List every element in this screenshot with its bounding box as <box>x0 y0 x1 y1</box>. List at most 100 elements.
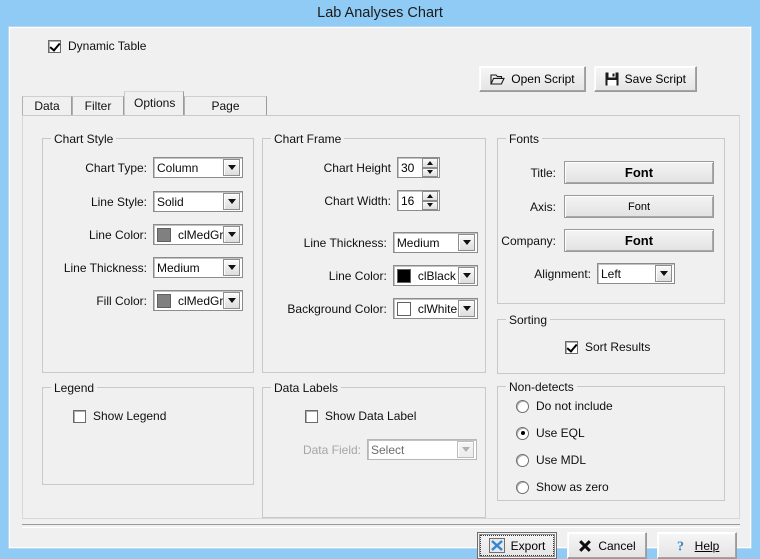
bottom-button-bar: Export Cancel ? Help <box>477 532 737 559</box>
checkbox-box-icon <box>48 39 61 53</box>
fill-color-value: clMedGra <box>178 293 223 308</box>
save-script-label: Save Script <box>624 72 686 86</box>
chevron-down-icon[interactable] <box>223 159 240 176</box>
show-data-label-checkbox[interactable]: Show Data Label <box>305 409 416 423</box>
background-color-combo[interactable]: clWhite <box>392 298 478 319</box>
options-tab-panel: Chart Style Chart Type: Column Line Styl… <box>22 115 740 519</box>
line-color-row: Line Color: clMedGra <box>43 224 243 245</box>
color-swatch-icon <box>396 268 411 283</box>
dynamic-table-label: Dynamic Table <box>68 39 147 53</box>
radio-circle-icon <box>516 399 529 413</box>
non-detects-group: Non-detects Do not include Use EQL Use M… <box>497 380 725 501</box>
axis-font-button[interactable]: Font <box>564 195 714 218</box>
script-buttons-group: Open Script Save Script <box>479 66 697 92</box>
axis-font-button-label: Font <box>627 200 650 213</box>
bottom-separator <box>22 524 740 528</box>
checkbox-box-icon <box>305 409 318 423</box>
frame-line-color-row: Line Color: clBlack <box>263 265 478 286</box>
chart-height-row: Chart Height 30 <box>263 157 478 178</box>
show-legend-checkbox[interactable]: Show Legend <box>73 409 166 423</box>
chart-height-stepper[interactable]: 30 <box>397 157 440 178</box>
chart-type-row: Chart Type: Column <box>43 157 243 178</box>
background-color-label: Background Color: <box>287 301 387 316</box>
cancel-button[interactable]: Cancel <box>567 532 647 559</box>
radio-use-mdl-label: Use MDL <box>536 453 587 467</box>
chart-width-stepper[interactable]: 16 <box>397 190 440 211</box>
alignment-value: Left <box>601 266 622 281</box>
tab-options[interactable]: Options <box>124 91 184 115</box>
title-font-button[interactable]: Font <box>564 161 714 184</box>
chevron-down-icon[interactable] <box>223 193 240 210</box>
tab-options-label: Options <box>134 96 176 110</box>
line-style-row: Line Style: Solid <box>43 191 243 212</box>
tab-filter-label: Filter <box>84 99 112 113</box>
open-script-button[interactable]: Open Script <box>479 66 586 92</box>
title-bar: Lab Analyses Chart <box>0 0 760 27</box>
chevron-down-icon[interactable] <box>458 234 475 251</box>
save-script-button[interactable]: Save Script <box>593 66 697 92</box>
data-labels-group: Data Labels Show Data Label Data Field: … <box>262 381 486 518</box>
sorting-group: Sorting Sort Results <box>497 313 725 374</box>
radio-use-eql[interactable]: Use EQL <box>516 426 585 440</box>
stepper-up-icon[interactable] <box>422 158 438 168</box>
dialog-client-area: Dynamic Table Open Script Save Script Da… <box>9 27 751 559</box>
line-color-combo[interactable]: clMedGra <box>153 224 243 245</box>
frame-line-thickness-combo[interactable]: Medium <box>392 232 478 253</box>
company-font-row: Company: Font <box>498 229 718 252</box>
dynamic-table-checkbox[interactable]: Dynamic Table <box>48 39 146 53</box>
radio-show-as-zero[interactable]: Show as zero <box>516 480 609 494</box>
line-style-value: Solid <box>157 194 184 209</box>
floppy-disk-icon <box>605 72 619 86</box>
line-style-combo[interactable]: Solid <box>153 191 243 212</box>
chevron-down-icon[interactable] <box>223 259 240 276</box>
legend-group: Legend Show Legend <box>42 381 254 485</box>
alignment-row: Alignment: Left <box>498 263 718 284</box>
fill-color-combo[interactable]: clMedGra <box>153 290 243 311</box>
show-legend-label: Show Legend <box>93 409 167 423</box>
chevron-down-icon[interactable] <box>223 292 240 309</box>
background-color-row: Background Color: clWhite <box>263 298 478 319</box>
stepper-buttons[interactable] <box>422 158 438 177</box>
company-font-button[interactable]: Font <box>564 229 714 252</box>
chevron-down-icon[interactable] <box>457 441 474 458</box>
tab-page-layout[interactable]: Page Layout <box>184 96 267 132</box>
alignment-combo[interactable]: Left <box>597 263 675 284</box>
help-button[interactable]: ? Help <box>657 532 737 559</box>
tab-data[interactable]: Data <box>22 96 72 115</box>
excel-x-icon <box>488 538 505 553</box>
chevron-down-icon[interactable] <box>458 300 475 317</box>
frame-line-thickness-value: Medium <box>396 235 440 250</box>
fonts-legend: Fonts <box>506 132 543 146</box>
stepper-down-icon[interactable] <box>422 200 438 210</box>
open-script-label: Open Script <box>511 72 575 86</box>
radio-show-as-zero-label: Show as zero <box>536 480 609 494</box>
radio-do-not-include[interactable]: Do not include <box>516 399 613 413</box>
chart-type-combo[interactable]: Column <box>153 157 243 178</box>
chevron-down-icon[interactable] <box>655 265 672 282</box>
export-button-label: Export <box>510 538 546 553</box>
chevron-down-icon[interactable] <box>223 226 240 243</box>
line-thickness-combo[interactable]: Medium <box>153 257 243 278</box>
export-button[interactable]: Export <box>477 532 557 559</box>
company-font-button-label: Font <box>624 233 654 248</box>
radio-use-mdl[interactable]: Use MDL <box>516 453 586 467</box>
frame-line-color-label: Line Color: <box>328 268 387 283</box>
chart-height-label: Chart Height <box>323 160 391 175</box>
data-field-row: Data Field: Select <box>263 439 478 460</box>
x-cross-icon <box>578 539 592 553</box>
color-swatch-icon <box>157 293 171 308</box>
stepper-buttons[interactable] <box>422 191 438 210</box>
radio-circle-icon <box>516 480 529 494</box>
chevron-down-icon[interactable] <box>458 267 475 284</box>
color-swatch-icon <box>396 301 411 316</box>
chart-frame-group: Chart Frame Chart Height 30 Chart Width: <box>262 132 486 373</box>
frame-line-color-combo[interactable]: clBlack <box>392 265 478 286</box>
sort-results-checkbox[interactable]: Sort Results <box>565 340 650 354</box>
open-folder-icon <box>490 73 506 86</box>
tab-filter[interactable]: Filter <box>72 96 124 115</box>
data-field-combo[interactable]: Select <box>367 439 477 460</box>
stepper-up-icon[interactable] <box>422 191 438 201</box>
stepper-down-icon[interactable] <box>422 167 438 177</box>
chart-type-label: Chart Type: <box>85 160 147 175</box>
chart-style-legend: Chart Style <box>51 132 117 146</box>
